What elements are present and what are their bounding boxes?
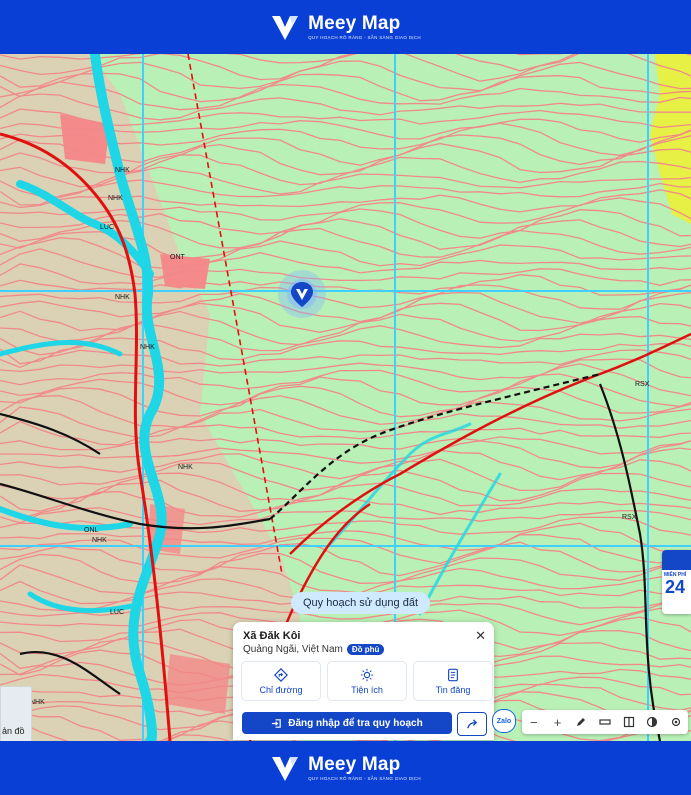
- pencil-icon: [577, 718, 586, 726]
- zalo-label: Zalo: [496, 717, 512, 725]
- brand-footer: Meey Map QUY HOẠCH RÕ RÀNG - SẴN SÀNG GI…: [270, 753, 421, 783]
- overlay-badge[interactable]: Đồ phủ: [346, 644, 385, 655]
- map-zone-label: ONT: [170, 254, 186, 261]
- map-toolbar: − +: [522, 710, 688, 734]
- locate-icon: [671, 717, 681, 727]
- map-zone-label: RSX: [622, 514, 637, 521]
- place-info-panel: Xã Đăk Kôi ✕ Quảng Ngãi, Việt Nam Đồ phủ…: [233, 622, 494, 740]
- map-zone-label: NHK: [178, 464, 193, 471]
- place-subtitle-row: Quảng Ngãi, Việt Nam Đồ phủ: [243, 644, 385, 655]
- map-zone-label: NHK: [140, 344, 155, 351]
- share-button[interactable]: [457, 712, 487, 736]
- brand-tagline: QUY HOẠCH RÕ RÀNG - SẴN SÀNG GIAO DỊCH: [308, 34, 421, 40]
- map-canvas[interactable]: NHK NHK NHK NHK NHK LUC ONL NHK RSX RSX LUC NHK ONT …: [0, 54, 691, 741]
- map-zone-label: LUC: [100, 224, 114, 231]
- meey-logo-icon: [272, 16, 299, 40]
- map-zone-label: NHK: [115, 294, 130, 301]
- bottom-banner: Meey Map QUY HOẠCH RÕ RÀNG - SẴN SÀNG GI…: [0, 741, 691, 795]
- layers-icon: [647, 716, 658, 728]
- brand-name: Meey Map: [308, 12, 401, 34]
- top-banner: Meey Map QUY HOẠCH RÕ RÀNG - SẴN SÀNG GI…: [0, 0, 691, 54]
- map-zone-label: NHK: [30, 699, 45, 706]
- location-marker[interactable]: [277, 269, 327, 319]
- map-zone-label: NHK: [115, 167, 130, 174]
- close-icon[interactable]: ✕: [475, 628, 486, 644]
- meey-logo-icon: [272, 757, 299, 781]
- land-use-plan-chip[interactable]: Quy hoạch sử dụng đất: [291, 592, 430, 614]
- directions-button[interactable]: Chỉ đường: [241, 661, 321, 701]
- split-view-button[interactable]: [621, 714, 637, 730]
- place-title: Xã Đăk Kôi: [243, 630, 301, 642]
- place-subtitle: Quảng Ngãi, Việt Nam: [243, 644, 343, 655]
- zoom-in-button[interactable]: +: [550, 714, 566, 730]
- login-icon: [272, 718, 282, 728]
- map-zone-label: NHK: [108, 195, 123, 202]
- share-icon: [466, 718, 477, 728]
- split-view-icon: [623, 716, 634, 728]
- map-zone-label: LUC: [110, 609, 124, 616]
- map-zone-label: NHK: [92, 537, 107, 544]
- listings-label: Tin đăng: [435, 684, 471, 695]
- minimap-label: ản đồ: [2, 726, 25, 736]
- contour-line: [0, 54, 691, 72]
- utilities-button[interactable]: Tiện ích: [327, 661, 407, 701]
- contour-line: [515, 54, 563, 56]
- brand-name-footer: Meey Map: [308, 753, 401, 775]
- zalo-button[interactable]: Zalo: [492, 709, 516, 733]
- utilities-label: Tiện ích: [351, 684, 383, 695]
- listings-button[interactable]: Tin đăng: [413, 661, 493, 701]
- brand: Meey Map QUY HOẠCH RÕ RÀNG - SẴN SÀNG GI…: [270, 12, 421, 42]
- promo-card-number: 24: [665, 577, 686, 597]
- map-zone-label: ONL: [84, 527, 99, 534]
- promo-card-header: [662, 550, 691, 570]
- map-pin-icon: [278, 270, 326, 318]
- draw-tool-button[interactable]: [573, 714, 589, 730]
- login-to-check-plan-button[interactable]: Đăng nhập để tra quy hoạch: [242, 712, 452, 734]
- promo-card[interactable]: MIỄN PHÍ 24: [662, 550, 691, 614]
- brand-tagline-footer: QUY HOẠCH RÕ RÀNG - SẴN SÀNG GIAO DỊCH: [308, 775, 421, 781]
- my-location-button[interactable]: [668, 714, 684, 730]
- login-to-check-plan-label: Đăng nhập để tra quy hoạch: [288, 717, 423, 729]
- map-zone-label: RSX: [635, 381, 650, 388]
- directions-icon: [274, 667, 288, 682]
- listing-icon: [448, 668, 458, 681]
- utilities-icon: [360, 668, 374, 681]
- ruler-icon: [599, 719, 611, 725]
- zoom-out-button[interactable]: −: [526, 714, 542, 730]
- layers-button[interactable]: [644, 714, 660, 730]
- place-actions: Chỉ đường Tiện ích Tin đăng: [241, 661, 493, 701]
- land-use-plan-chip-label: Quy hoạch sử dụng đất: [303, 597, 418, 609]
- ruler-button[interactable]: [597, 714, 613, 730]
- directions-label: Chỉ đường: [259, 684, 303, 695]
